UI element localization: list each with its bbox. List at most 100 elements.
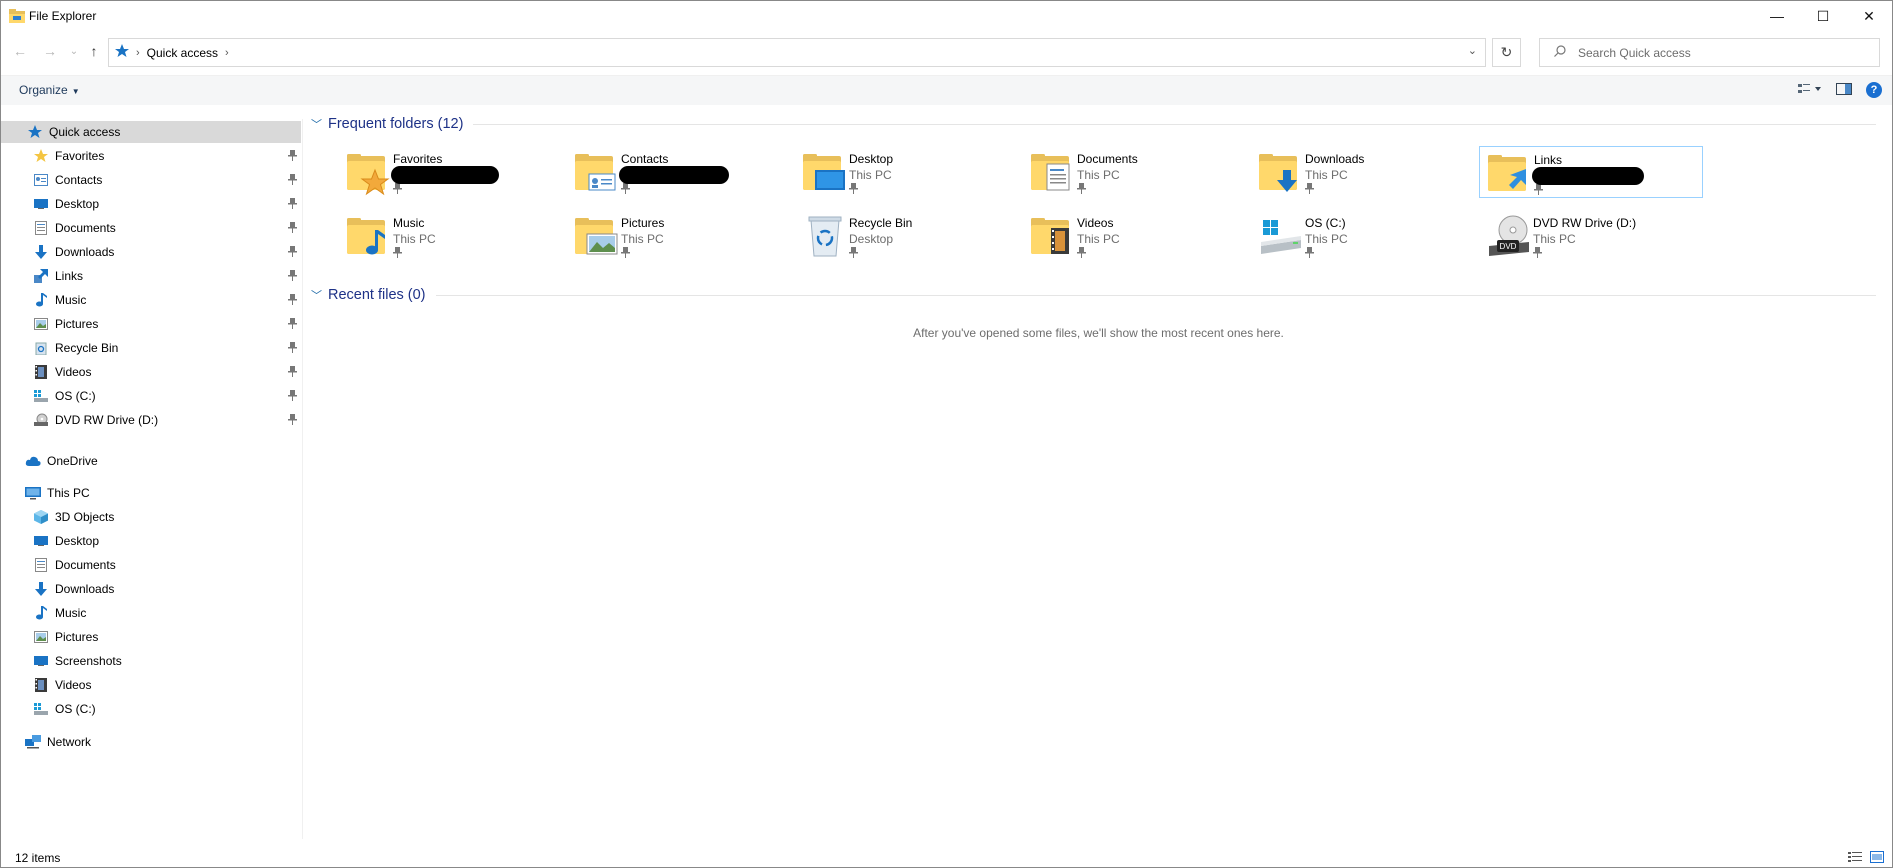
folder-tile[interactable]: Pictures This PC xyxy=(567,210,791,262)
pin-icon[interactable] xyxy=(288,269,297,283)
desktop-icon xyxy=(33,533,49,549)
folder-tile[interactable]: OS (C:) This PC xyxy=(1251,210,1475,262)
pin-icon[interactable] xyxy=(393,183,442,199)
pin-icon[interactable] xyxy=(1534,184,1562,200)
sidebar-item-dvd-rw-drive-d[interactable]: DVD RW Drive (D:) xyxy=(1,409,301,431)
nav-item-label: Desktop xyxy=(55,197,100,211)
address-dropdown-icon[interactable]: ⌄ xyxy=(1468,44,1477,57)
sidebar-item-downloads[interactable]: Downloads xyxy=(1,241,301,263)
search-input[interactable] xyxy=(1578,45,1858,60)
pin-icon[interactable] xyxy=(849,247,912,263)
pin-icon[interactable] xyxy=(288,293,297,307)
sidebar-item-this-pc[interactable]: This PC xyxy=(1,482,301,504)
pin-icon[interactable] xyxy=(1077,183,1138,199)
folder-tile[interactable]: Contacts xyxy=(567,146,791,198)
refresh-button[interactable]: ↻ xyxy=(1492,38,1521,67)
pin-icon[interactable] xyxy=(621,183,668,199)
breadcrumb-separator[interactable]: › xyxy=(136,47,140,59)
folder-tile[interactable]: DVD DVD RW Drive (D:) This PC xyxy=(1479,210,1703,262)
sidebar-item-pc-music[interactable]: Music xyxy=(1,602,301,624)
close-button[interactable]: ✕ xyxy=(1846,1,1892,31)
favorites-folder-icon xyxy=(345,148,393,196)
folder-tile[interactable]: Videos This PC xyxy=(1023,210,1247,262)
sidebar-item-recycle-bin[interactable]: Recycle Bin xyxy=(1,337,301,359)
pin-icon[interactable] xyxy=(288,221,297,235)
pin-icon[interactable] xyxy=(288,389,297,403)
breadcrumb-quick-access[interactable]: Quick access xyxy=(147,46,218,60)
divider xyxy=(435,294,1876,296)
up-button[interactable]: ↑ xyxy=(85,42,103,60)
redaction-mark xyxy=(619,166,729,184)
sidebar-item-os-c[interactable]: OS (C:) xyxy=(1,385,301,407)
sidebar-item-pc-documents[interactable]: Documents xyxy=(1,554,301,576)
sidebar-item-pictures[interactable]: Pictures xyxy=(1,313,301,335)
sidebar-item-pc-screenshots[interactable]: Screenshots xyxy=(1,650,301,672)
folder-tile[interactable]: Music This PC xyxy=(339,210,563,262)
pin-icon[interactable] xyxy=(1077,247,1120,263)
pin-icon[interactable] xyxy=(849,183,893,199)
pin-icon[interactable] xyxy=(288,413,297,427)
recent-files-header[interactable]: ﹀ Recent files (0) xyxy=(311,284,1876,306)
folder-tile[interactable]: Favorites xyxy=(339,146,563,198)
sidebar-item-pc-videos[interactable]: Videos xyxy=(1,674,301,696)
maximize-button[interactable]: ☐ xyxy=(1800,1,1846,31)
pin-icon[interactable] xyxy=(288,317,297,331)
nav-item-label: DVD RW Drive (D:) xyxy=(55,413,159,427)
sidebar-item-pc-pictures[interactable]: Pictures xyxy=(1,626,301,648)
pin-icon[interactable] xyxy=(1533,247,1636,263)
pin-icon[interactable] xyxy=(288,365,297,379)
back-button[interactable]: ← xyxy=(11,42,29,60)
folder-tile[interactable]: Desktop This PC xyxy=(795,146,1019,198)
sidebar-item-videos[interactable]: Videos xyxy=(1,361,301,383)
folder-name: DVD RW Drive (D:) xyxy=(1533,216,1637,230)
pin-icon[interactable] xyxy=(288,245,297,259)
sidebar-item-onedrive[interactable]: OneDrive xyxy=(1,450,301,472)
pin-icon[interactable] xyxy=(1305,247,1348,263)
frequent-folders-header[interactable]: ﹀ Frequent folders (12) xyxy=(311,113,1876,135)
pin-icon[interactable] xyxy=(1305,183,1364,199)
pin-icon[interactable] xyxy=(288,149,297,163)
change-view-icon[interactable] xyxy=(1798,83,1822,98)
nav-item-label: Pictures xyxy=(55,630,99,644)
redaction-mark xyxy=(1532,167,1644,185)
sidebar-item-network[interactable]: Network xyxy=(1,731,301,753)
large-icons-view-icon[interactable] xyxy=(1870,851,1884,866)
nav-item-label: Quick access xyxy=(49,125,121,139)
sidebar-item-pc-os-c[interactable]: OS (C:) xyxy=(1,698,301,720)
sidebar-item-quick-access[interactable]: Quick access xyxy=(1,121,301,143)
pin-icon[interactable] xyxy=(621,247,664,263)
sidebar-item-desktop[interactable]: Desktop xyxy=(1,193,301,215)
folder-location: This PC xyxy=(1533,232,1576,246)
sidebar-item-links[interactable]: Links xyxy=(1,265,301,287)
details-view-icon[interactable] xyxy=(1848,851,1862,866)
pin-icon[interactable] xyxy=(288,197,297,211)
recent-locations-button[interactable]: ⌄ xyxy=(65,42,83,60)
sidebar-item-contacts[interactable]: Contacts xyxy=(1,169,301,191)
organize-button[interactable]: Organize ▼ xyxy=(19,83,80,97)
folder-tile[interactable]: Documents This PC xyxy=(1023,146,1247,198)
sidebar-item-favorites[interactable]: Favorites xyxy=(1,145,301,167)
dvd-drive-icon: DVD xyxy=(1485,212,1533,260)
documents-icon xyxy=(33,557,49,573)
sidebar-item-music[interactable]: Music xyxy=(1,289,301,311)
pin-icon[interactable] xyxy=(288,341,297,355)
folder-tile[interactable]: Links xyxy=(1479,146,1703,198)
nav-item-label: Favorites xyxy=(55,149,105,163)
sidebar-item-documents[interactable]: Documents xyxy=(1,217,301,239)
minimize-button[interactable]: — xyxy=(1754,1,1800,31)
pin-icon[interactable] xyxy=(393,247,436,263)
folder-tile[interactable]: Downloads This PC xyxy=(1251,146,1475,198)
frequent-folders-title: Frequent folders (12) xyxy=(328,116,464,132)
forward-button[interactable]: → xyxy=(41,42,59,60)
help-icon[interactable]: ? xyxy=(1866,82,1882,98)
sidebar-item-pc-downloads[interactable]: Downloads xyxy=(1,578,301,600)
breadcrumb-separator[interactable]: › xyxy=(225,47,229,59)
folder-name: Contacts xyxy=(621,152,669,166)
pin-icon[interactable] xyxy=(288,173,297,187)
sidebar-item-pc-3d-objects[interactable]: 3D Objects xyxy=(1,506,301,528)
sidebar-item-pc-desktop[interactable]: Desktop xyxy=(1,530,301,552)
address-bar[interactable]: › Quick access › ⌄ xyxy=(108,38,1486,67)
folder-tile[interactable]: Recycle Bin Desktop xyxy=(795,210,1019,262)
preview-pane-icon[interactable] xyxy=(1836,82,1852,98)
search-box[interactable] xyxy=(1539,38,1880,67)
